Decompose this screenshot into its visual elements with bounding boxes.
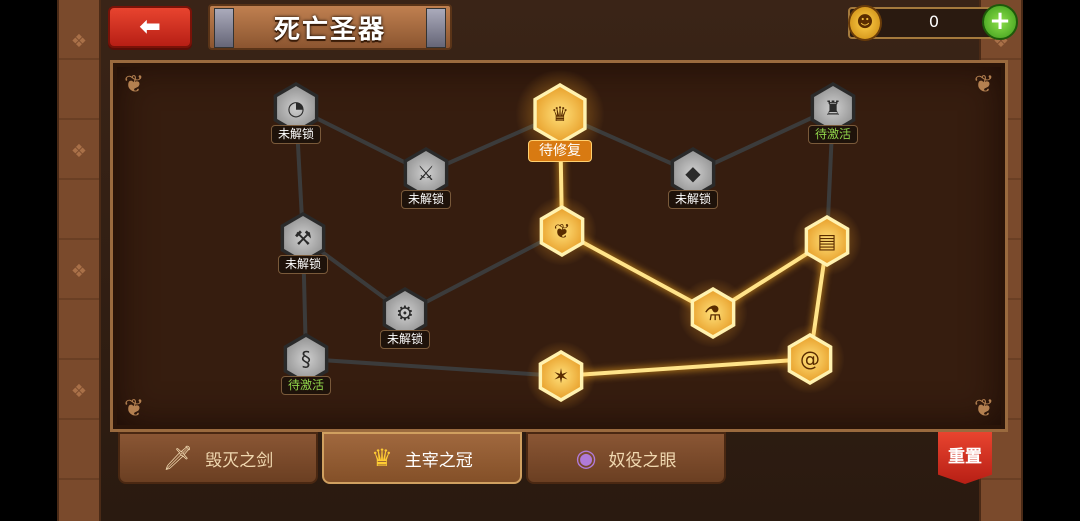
node-status-label: 未解锁 <box>277 255 329 274</box>
node-status-label: 待激活 <box>807 125 859 144</box>
node-status-label: 待修复 <box>528 140 592 162</box>
page-title: 死亡圣器 <box>273 14 386 45</box>
ornament-icon: ❖ <box>70 141 88 162</box>
back-button[interactable]: ⬅ <box>108 6 192 48</box>
gem-icon: ◆ <box>685 161 701 185</box>
gear-icon: ⚙ <box>396 301 414 325</box>
anvil-icon: ⚒ <box>294 226 312 250</box>
bolt-icon <box>214 8 234 48</box>
left-arrow-icon: ⬅ <box>139 12 161 42</box>
active-link <box>560 357 811 378</box>
skill-tree-panel: ❦ ❦ ❦ ❦ ◔ 未解锁 ⚔ 未解锁 ♛ 待修复 ◆ 未解锁 ♜ 待激活 ⚒ 未解锁 ⚙ 未解锁 § 待激活… <box>110 60 1008 432</box>
add-currency-button[interactable]: + <box>982 4 1018 40</box>
letterbox-right <box>1023 0 1080 521</box>
card-icon: ▤ <box>817 229 837 253</box>
demon-coin-icon: ☻ <box>848 5 882 41</box>
tab-label: 奴役之眼 <box>608 450 677 471</box>
crown-icon: ♛ <box>371 444 393 472</box>
reset-label: 重置 <box>948 446 982 467</box>
potion-icon: ⚗ <box>704 301 722 325</box>
node-status-label: 待激活 <box>280 376 332 395</box>
currency-value: 0 <box>928 12 940 31</box>
ornament-icon: ❖ <box>70 381 88 402</box>
castle-icon: ♜ <box>824 96 842 120</box>
tab-slavery-eye[interactable]: ◉ 奴役之眼 <box>526 432 726 484</box>
plus-icon: + <box>989 6 1011 36</box>
sword-icon: ⚔ <box>417 161 435 185</box>
node-status-label: 未解锁 <box>270 125 322 144</box>
swirl-icon: § <box>301 347 311 371</box>
node-status-label: 未解锁 <box>667 190 719 209</box>
tab-label: 主宰之冠 <box>404 450 473 471</box>
tab-label: 毁灭之剑 <box>205 450 274 471</box>
letterbox-left <box>0 0 57 521</box>
tab-destruction-sword[interactable]: 🗡 毁灭之剑 <box>118 432 318 484</box>
spiral-icon: @ <box>800 347 820 371</box>
bolt-icon <box>426 8 446 48</box>
sword-icon: 🗡 <box>162 444 194 472</box>
node-status-label: 未解锁 <box>400 190 452 209</box>
node-status-label: 未解锁 <box>379 330 431 349</box>
title-plate: 死亡圣器 <box>208 4 452 50</box>
left-wall-decoration: ❖ ❖ ❖ ❖ <box>57 0 101 521</box>
star-sigil-icon: ✶ <box>552 364 570 388</box>
leaf-icon: ❦ <box>553 219 571 243</box>
crown-icon: ♛ <box>551 102 569 126</box>
eye-icon: ◉ <box>575 444 597 472</box>
reset-button[interactable]: 重置 <box>938 432 992 484</box>
currency-bar: ☻ 0 <box>848 5 1000 41</box>
ornament-icon: ❖ <box>70 261 88 282</box>
game-screen: ❖ ❖ ❖ ❖ ❖ ❖ ❖ ❖ ⬅ 死亡圣器 ☻ 0 + ❦ ❦ ❦ ❦ ◔未解… <box>0 0 1080 521</box>
ornament-icon: ❖ <box>70 31 88 52</box>
inactive-link <box>305 357 562 378</box>
orb-icon: ◔ <box>287 96 305 120</box>
tab-ruler-crown[interactable]: ♛ 主宰之冠 <box>322 432 522 484</box>
